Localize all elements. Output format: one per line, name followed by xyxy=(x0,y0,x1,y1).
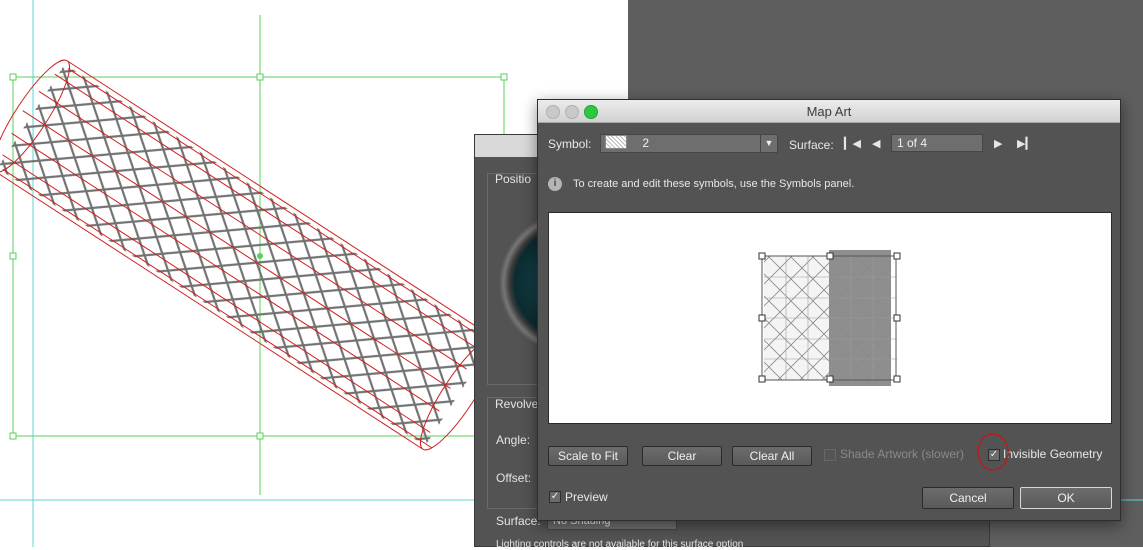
dialog-title: Map Art xyxy=(806,104,852,119)
angle-label: Angle: xyxy=(496,433,531,447)
symbol-dropdown[interactable]: 2 ▼ xyxy=(600,134,778,153)
ok-button[interactable]: OK xyxy=(1020,487,1112,509)
surface-label: Surface: xyxy=(496,514,541,528)
cancel-button[interactable]: Cancel xyxy=(922,487,1014,509)
scale-to-fit-button[interactable]: Scale to Fit xyxy=(548,446,628,466)
cylinder-mesh xyxy=(0,59,498,451)
preview-label: Preview xyxy=(565,490,608,504)
annotation-circle xyxy=(977,433,1009,471)
revolve-label: Revolve xyxy=(495,397,539,411)
clear-button[interactable]: Clear xyxy=(642,446,722,466)
previous-page-icon[interactable]: ◀ xyxy=(872,137,880,151)
clear-all-button[interactable]: Clear All xyxy=(732,446,812,466)
preview-checkbox[interactable]: ✓ xyxy=(549,491,561,503)
dialog-titlebar: Map Art xyxy=(538,100,1120,123)
map-art-dialog: Map Art Symbol: 2 ▼ Surface: ▎◀ ◀ 1 of 4… xyxy=(537,99,1121,521)
shade-artwork-checkbox[interactable] xyxy=(824,449,836,461)
next-page-icon[interactable]: ▶ xyxy=(994,137,1002,151)
surface-field[interactable]: 1 of 4 xyxy=(891,134,983,152)
lighting-note: Lighting controls are not available for … xyxy=(496,539,744,550)
offset-label: Offset: xyxy=(496,471,532,485)
position-label: Positio xyxy=(495,172,532,186)
info-icon: i xyxy=(548,177,562,191)
last-page-icon[interactable]: ▶▎ xyxy=(1017,137,1034,151)
symbol-preview-area[interactable] xyxy=(548,212,1112,424)
shade-artwork-label: Shade Artwork (slower) xyxy=(840,447,965,461)
symbol-swatch xyxy=(605,135,627,149)
first-page-icon[interactable]: ▎◀ xyxy=(844,137,861,151)
symbol-art-preview xyxy=(758,250,901,386)
info-text: To create and edit these symbols, use th… xyxy=(573,178,855,190)
surface-label: Surface: xyxy=(789,138,834,152)
symbol-value: 2 xyxy=(642,136,650,150)
invisible-geometry-label: Invisible Geometry xyxy=(1003,447,1103,461)
symbol-label: Symbol: xyxy=(548,137,592,151)
chevron-down-icon[interactable]: ▼ xyxy=(760,135,777,152)
